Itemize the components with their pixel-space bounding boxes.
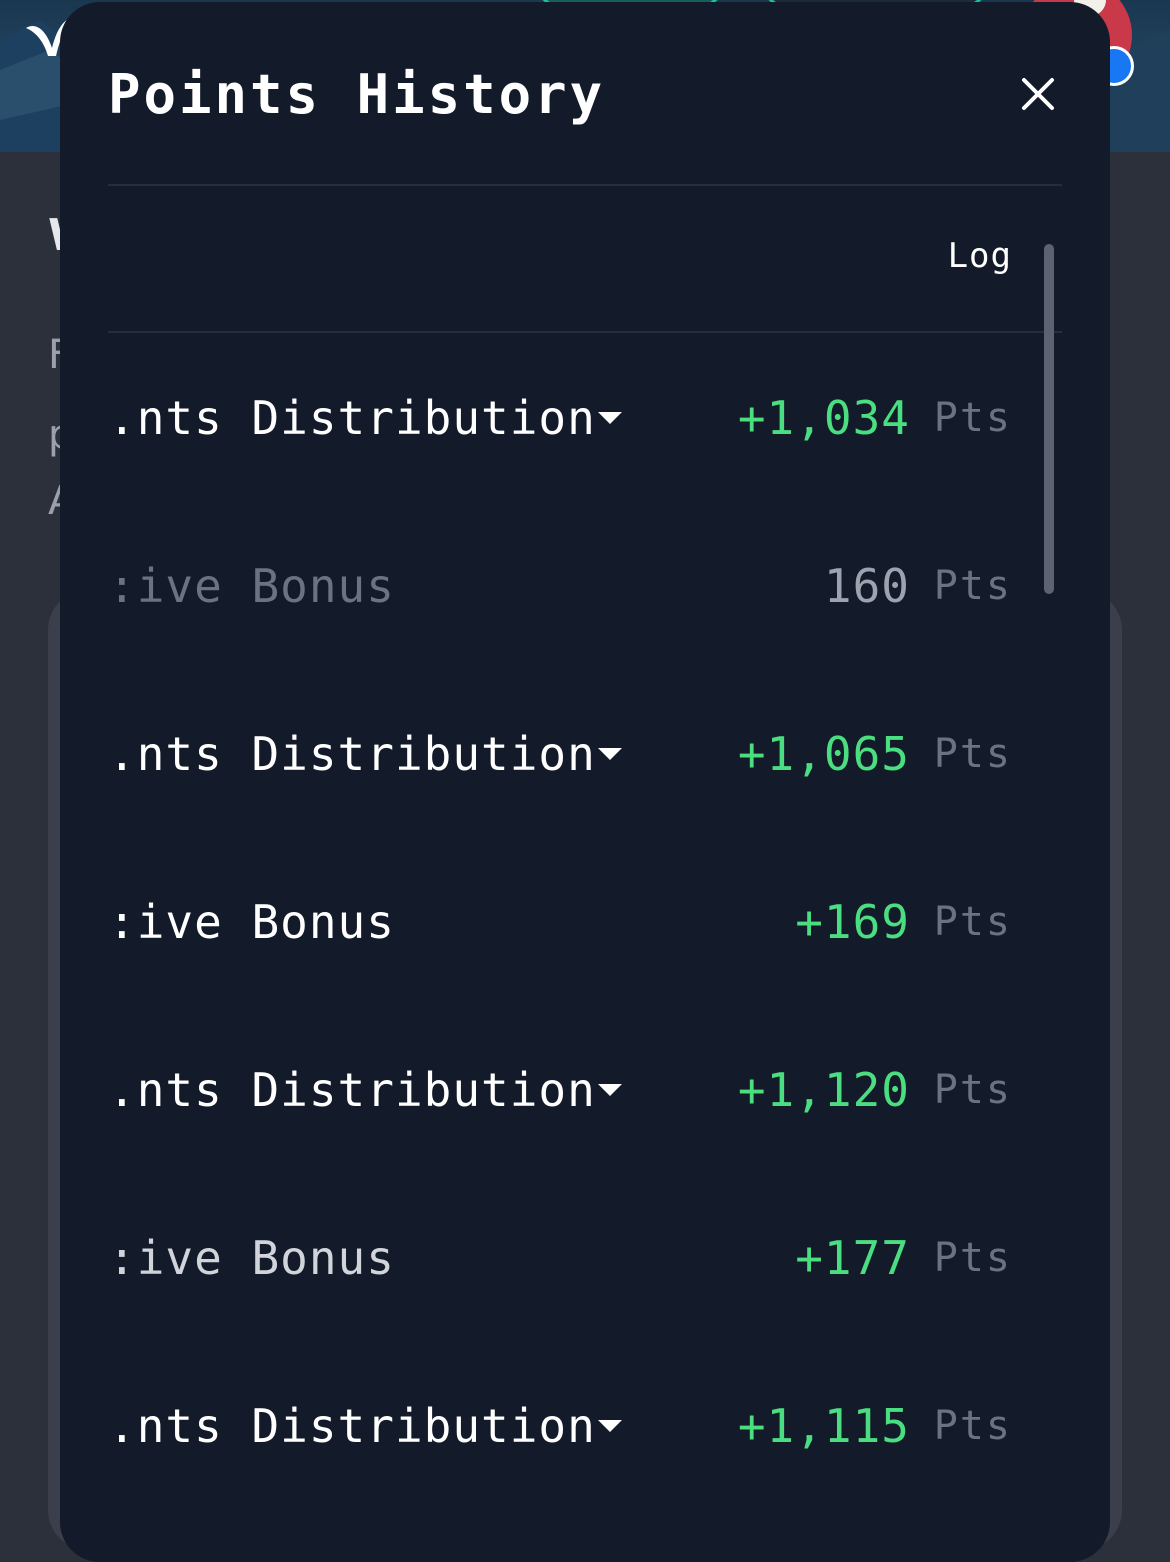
points-value: +1,120 (737, 1063, 910, 1117)
modal-title: Points History (108, 63, 606, 126)
points-value: +1,034 (737, 391, 910, 445)
close-icon (1022, 78, 1054, 110)
history-row[interactable]: .nts Distribution +1,034 Pts (108, 334, 1012, 502)
points-history-modal: Points History Log .nts Distribution +1,0… (60, 2, 1110, 1562)
header-divider (108, 184, 1062, 186)
scrollbar[interactable] (1044, 244, 1054, 594)
table-header-divider (108, 331, 1062, 333)
points-unit: Pts (933, 1403, 1012, 1449)
row-title: :ive Bonus (108, 895, 395, 949)
points-value: 160 (823, 559, 910, 613)
row-title: .nts Distribution (108, 1063, 596, 1117)
points-unit: Pts (933, 731, 1012, 777)
row-title: :ive Bonus (108, 1231, 395, 1285)
points-unit: Pts (933, 395, 1012, 441)
close-button[interactable] (1010, 66, 1066, 122)
history-row[interactable]: :ive Bonus +177 Pts (108, 1174, 1012, 1342)
row-title: .nts Distribution (108, 727, 596, 781)
history-row[interactable]: .nts Distribution +1,065 Pts (108, 670, 1012, 838)
points-value: +169 (795, 895, 910, 949)
chevron-down-icon[interactable] (596, 1417, 624, 1435)
points-value: +177 (795, 1231, 910, 1285)
chevron-down-icon[interactable] (596, 745, 624, 763)
row-title: .nts Distribution (108, 391, 596, 445)
row-title: .nts Distribution (108, 1399, 596, 1453)
points-unit: Pts (933, 563, 1012, 609)
chevron-down-icon[interactable] (596, 409, 624, 427)
history-row[interactable]: :ive Bonus +169 Pts (108, 838, 1012, 1006)
scrollbar-thumb[interactable] (1044, 244, 1054, 594)
points-value: +1,065 (737, 727, 910, 781)
points-unit: Pts (933, 1235, 1012, 1281)
points-history-list: .nts Distribution +1,034 Pts :ive Bonus 160 P… (108, 334, 1012, 1510)
column-header-log: Log (947, 236, 1012, 276)
history-row[interactable]: :ive Bonus 160 Pts (108, 502, 1012, 670)
points-unit: Pts (933, 899, 1012, 945)
row-title: :ive Bonus (108, 559, 395, 613)
points-unit: Pts (933, 1067, 1012, 1113)
points-value: +1,115 (737, 1399, 910, 1453)
history-row[interactable]: .nts Distribution +1,115 Pts (108, 1342, 1012, 1510)
history-row[interactable]: .nts Distribution +1,120 Pts (108, 1006, 1012, 1174)
chevron-down-icon[interactable] (596, 1081, 624, 1099)
table-header: Log (108, 232, 1012, 292)
